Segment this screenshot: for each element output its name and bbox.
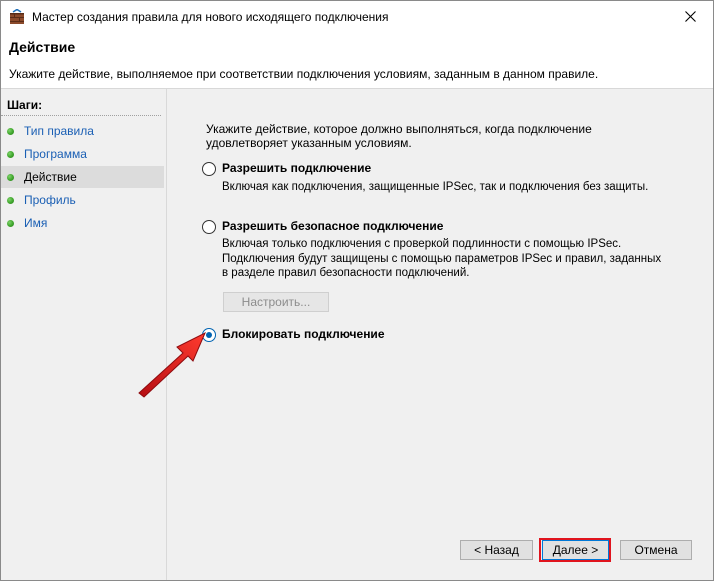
option-label: Блокировать подключение [222, 327, 385, 341]
title-bar: Мастер создания правила для нового исход… [1, 1, 713, 32]
wizard-body: Шаги: Тип правила Программа Действие Про… [1, 89, 713, 580]
step-status-icon [7, 151, 14, 158]
page-description: Укажите действие, выполняемое при соотве… [9, 67, 599, 81]
sidebar-item-program[interactable]: Программа [1, 143, 164, 165]
allow-secure-connection-radio[interactable] [202, 220, 216, 234]
sidebar-item-label: Профиль [24, 193, 76, 207]
sidebar-item-label: Тип правила [24, 124, 94, 138]
step-status-icon [7, 197, 14, 204]
sidebar-item-name[interactable]: Имя [1, 212, 164, 234]
action-instruction: Укажите действие, которое должно выполня… [206, 122, 592, 150]
configure-button[interactable]: Настроить... [223, 292, 329, 312]
cancel-button[interactable]: Отмена [620, 540, 692, 560]
wizard-header: Действие Укажите действие, выполняемое п… [1, 32, 713, 89]
step-status-icon [7, 220, 14, 227]
back-button[interactable]: < Назад [460, 540, 533, 560]
window-title: Мастер создания правила для нового исход… [32, 10, 389, 24]
next-button[interactable]: Далее > [542, 540, 609, 560]
allow-secure-connection-description: Включая только подключения с проверкой п… [222, 238, 662, 279]
option-label: Разрешить подключение [222, 161, 372, 175]
steps-sidebar: Шаги: Тип правила Программа Действие Про… [1, 89, 167, 580]
sidebar-item-label: Действие [24, 170, 77, 184]
steps-heading: Шаги: [1, 97, 161, 116]
wizard-window: Мастер создания правила для нового исход… [0, 0, 714, 581]
page-title: Действие [9, 39, 76, 55]
steps-heading-label: Шаги: [7, 98, 43, 112]
sidebar-item-profile[interactable]: Профиль [1, 189, 164, 211]
sidebar-item-rule-type[interactable]: Тип правила [1, 120, 164, 142]
sidebar-item-action[interactable]: Действие [1, 166, 164, 188]
block-connection-radio[interactable] [202, 328, 216, 342]
close-button[interactable] [667, 1, 713, 32]
sidebar-item-label: Программа [24, 147, 87, 161]
allow-connection-radio[interactable] [202, 162, 216, 176]
close-icon [684, 11, 696, 22]
sidebar-item-label: Имя [24, 216, 48, 230]
content-pane: Укажите действие, которое должно выполня… [167, 89, 713, 580]
step-status-icon [7, 128, 14, 135]
step-status-icon [7, 174, 14, 181]
allow-connection-description: Включая как подключения, защищенные IPSe… [222, 181, 649, 193]
option-label: Разрешить безопасное подключение [222, 219, 444, 233]
firewall-app-icon [10, 9, 24, 24]
